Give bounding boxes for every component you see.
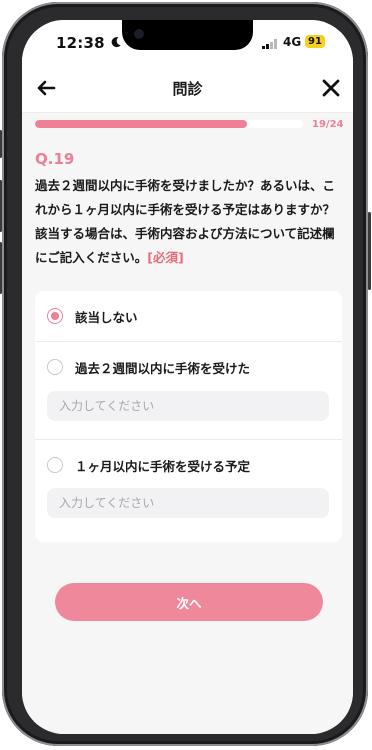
- required-badge: [必須]: [147, 250, 184, 265]
- progress-count: 19/24: [312, 119, 344, 130]
- progress-fill: [35, 120, 248, 128]
- side-button-left: [0, 180, 2, 232]
- option-planned-within-month[interactable]: １ヶ月以内に手術を受ける予定: [35, 440, 342, 490]
- option-past-two-weeks[interactable]: 過去２週間以内に手術を受けた: [35, 342, 342, 392]
- side-button-left: [0, 130, 2, 158]
- question-body: 過去２週間以内に手術を受けましたか？あるいは、これから１ヶ月以内に手術を受ける予…: [35, 178, 336, 265]
- side-button-right: [368, 212, 371, 290]
- next-button[interactable]: 次へ: [55, 583, 323, 621]
- status-time: 12:38: [56, 34, 105, 52]
- radio-button[interactable]: [47, 457, 63, 473]
- question-number: Q.19: [35, 150, 75, 168]
- question-content: 19/24 Q.19 過去２週間以内に手術を受けましたか？あるいは、これから１ヶ…: [22, 113, 353, 734]
- radio-button[interactable]: [47, 308, 63, 324]
- progress-bar: [35, 120, 303, 128]
- close-icon: [322, 79, 340, 97]
- camera-icon: [134, 29, 144, 39]
- option-label: 該当しない: [75, 309, 138, 325]
- battery-indicator: 91: [305, 35, 325, 48]
- option-label: 過去２週間以内に手術を受けた: [75, 360, 251, 376]
- nav-bar: 問診: [22, 64, 353, 113]
- past-surgery-input[interactable]: [47, 391, 329, 421]
- option-label: １ヶ月以内に手術を受ける予定: [75, 458, 251, 474]
- radio-button[interactable]: [47, 359, 63, 375]
- option-not-applicable[interactable]: 該当しない: [35, 291, 342, 341]
- planned-surgery-input[interactable]: [47, 488, 329, 518]
- moon-icon: [111, 37, 121, 48]
- side-button-left: [0, 242, 2, 294]
- close-button[interactable]: [317, 74, 345, 102]
- screen: 12:38 4G 91 問診 19/24 Q.19 過去２週間以内に手術を受けま…: [22, 20, 353, 734]
- status-bar: 12:38 4G 91: [22, 20, 353, 64]
- network-label: 4G: [283, 35, 302, 49]
- question-text: 過去２週間以内に手術を受けましたか？あるいは、これから１ヶ月以内に手術を受ける予…: [35, 174, 345, 270]
- phone-frame: 12:38 4G 91 問診 19/24 Q.19 過去２週間以内に手術を受けま…: [0, 2, 371, 746]
- options-card: 該当しない 過去２週間以内に手術を受けた １ヶ月以内に手術を受ける予定: [35, 291, 342, 542]
- signal-icon: [262, 39, 277, 49]
- page-title: 問診: [172, 80, 203, 98]
